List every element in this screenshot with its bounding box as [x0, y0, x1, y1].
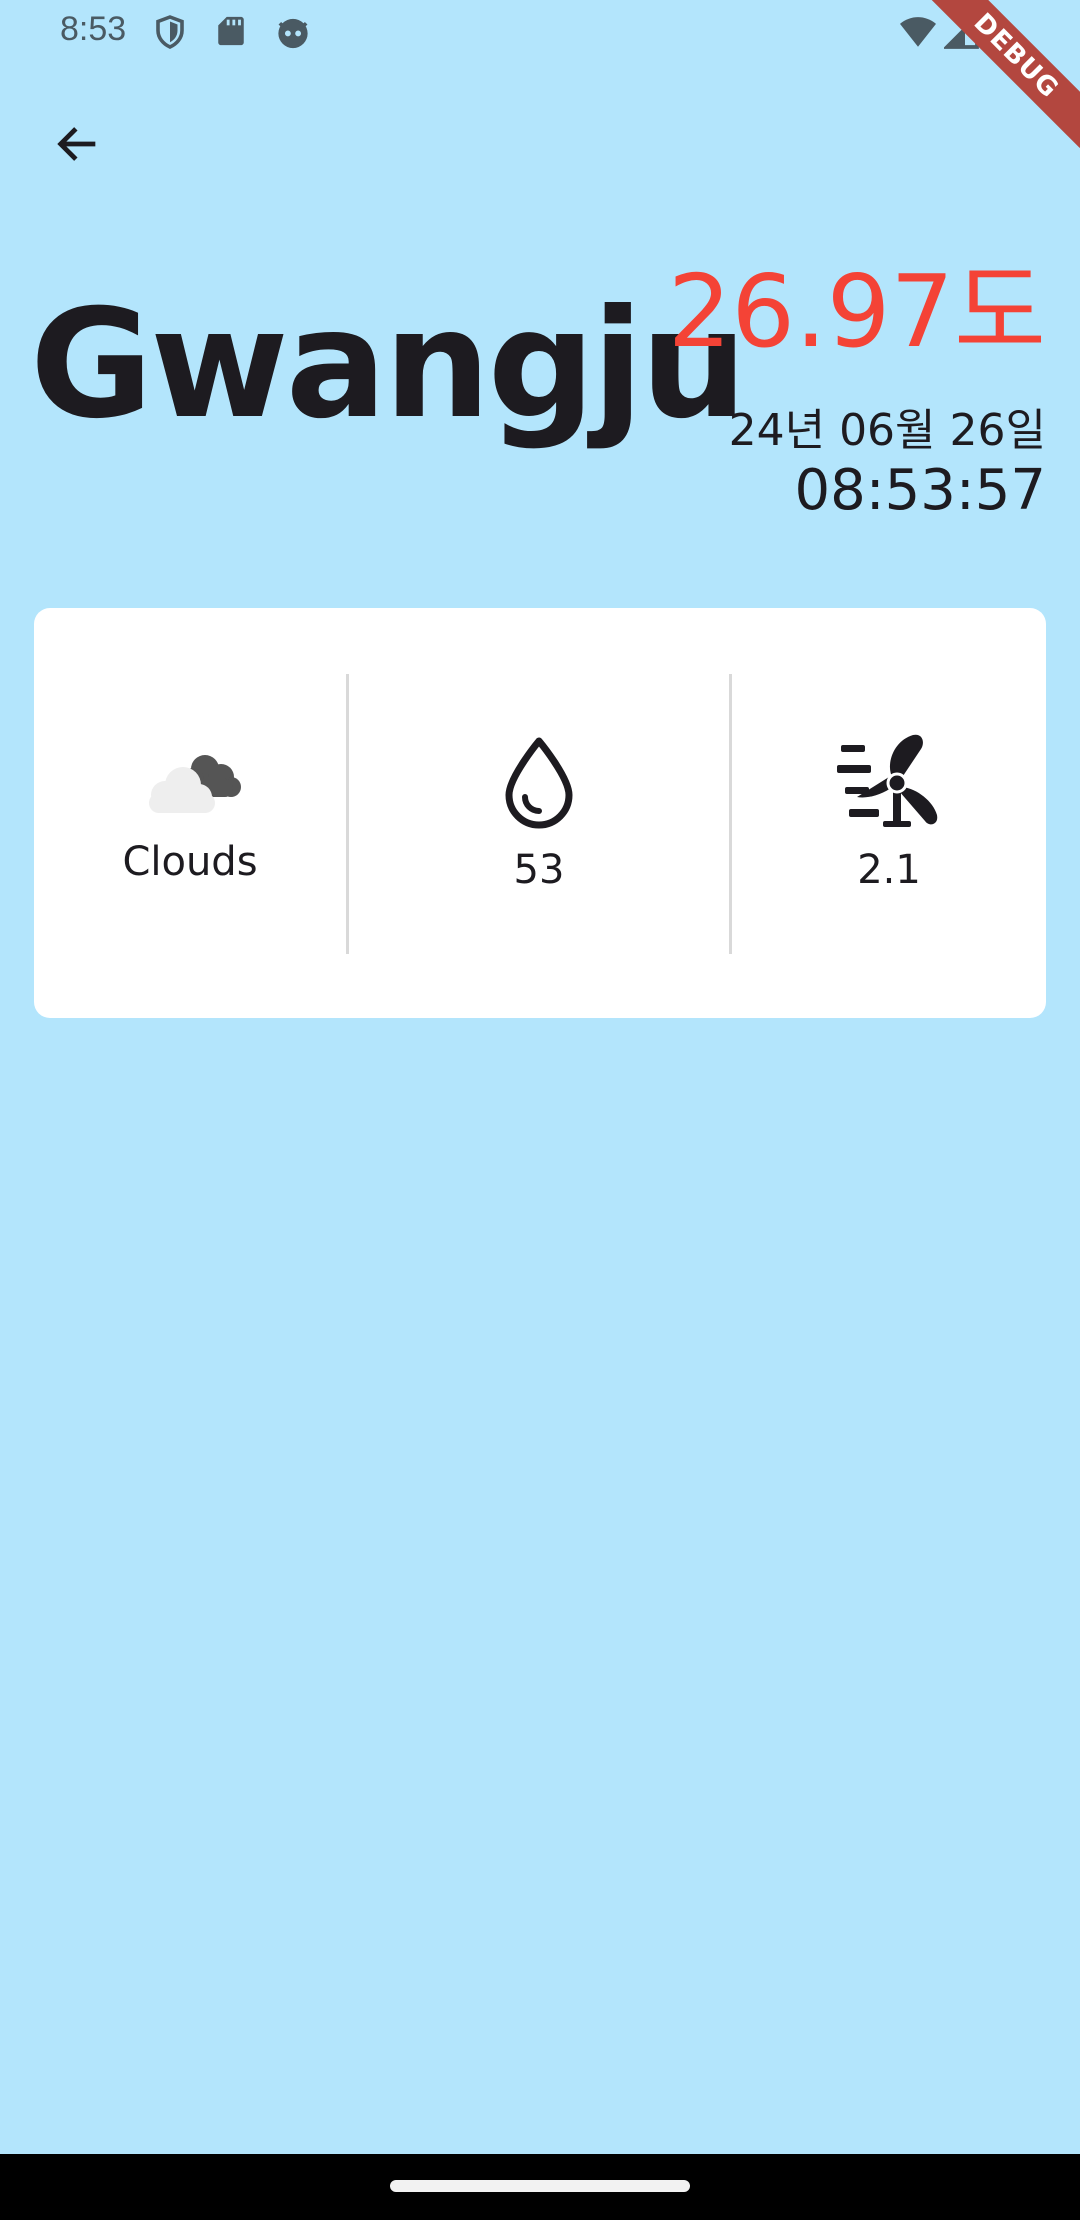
weather-label: Clouds — [122, 839, 258, 885]
home-gesture-handle[interactable] — [390, 2180, 690, 2192]
status-bar: 8:53 — [0, 0, 1080, 66]
humidity-value: 53 — [513, 847, 565, 893]
water-drop-icon — [499, 733, 579, 833]
clouds-icon — [135, 741, 245, 825]
arrow-back-icon — [52, 118, 104, 174]
status-time: 8:53 — [60, 10, 127, 48]
city-name: Gwangju — [30, 278, 747, 452]
temperature: 26.97도 — [667, 253, 1046, 370]
sd-card-icon — [214, 14, 248, 52]
shield-icon — [152, 14, 188, 54]
debug-banner-label: DEBUG — [924, 0, 1080, 148]
weather-info-card: Clouds 53 2.1 — [34, 608, 1046, 1018]
face-icon — [274, 14, 312, 54]
date-text: 24년 06월 26일 — [728, 405, 1046, 456]
wind-cell: 2.1 — [732, 608, 1046, 1018]
weather-cell: Clouds — [34, 608, 346, 1018]
navigation-bar — [0, 2154, 1080, 2220]
humidity-cell: 53 — [349, 608, 729, 1018]
wind-speed-value: 2.1 — [857, 847, 921, 893]
wind-turbine-icon — [837, 733, 941, 833]
back-button[interactable] — [40, 108, 116, 184]
time-text: 08:53:57 — [794, 458, 1046, 523]
debug-banner: DEBUG — [920, 0, 1080, 160]
